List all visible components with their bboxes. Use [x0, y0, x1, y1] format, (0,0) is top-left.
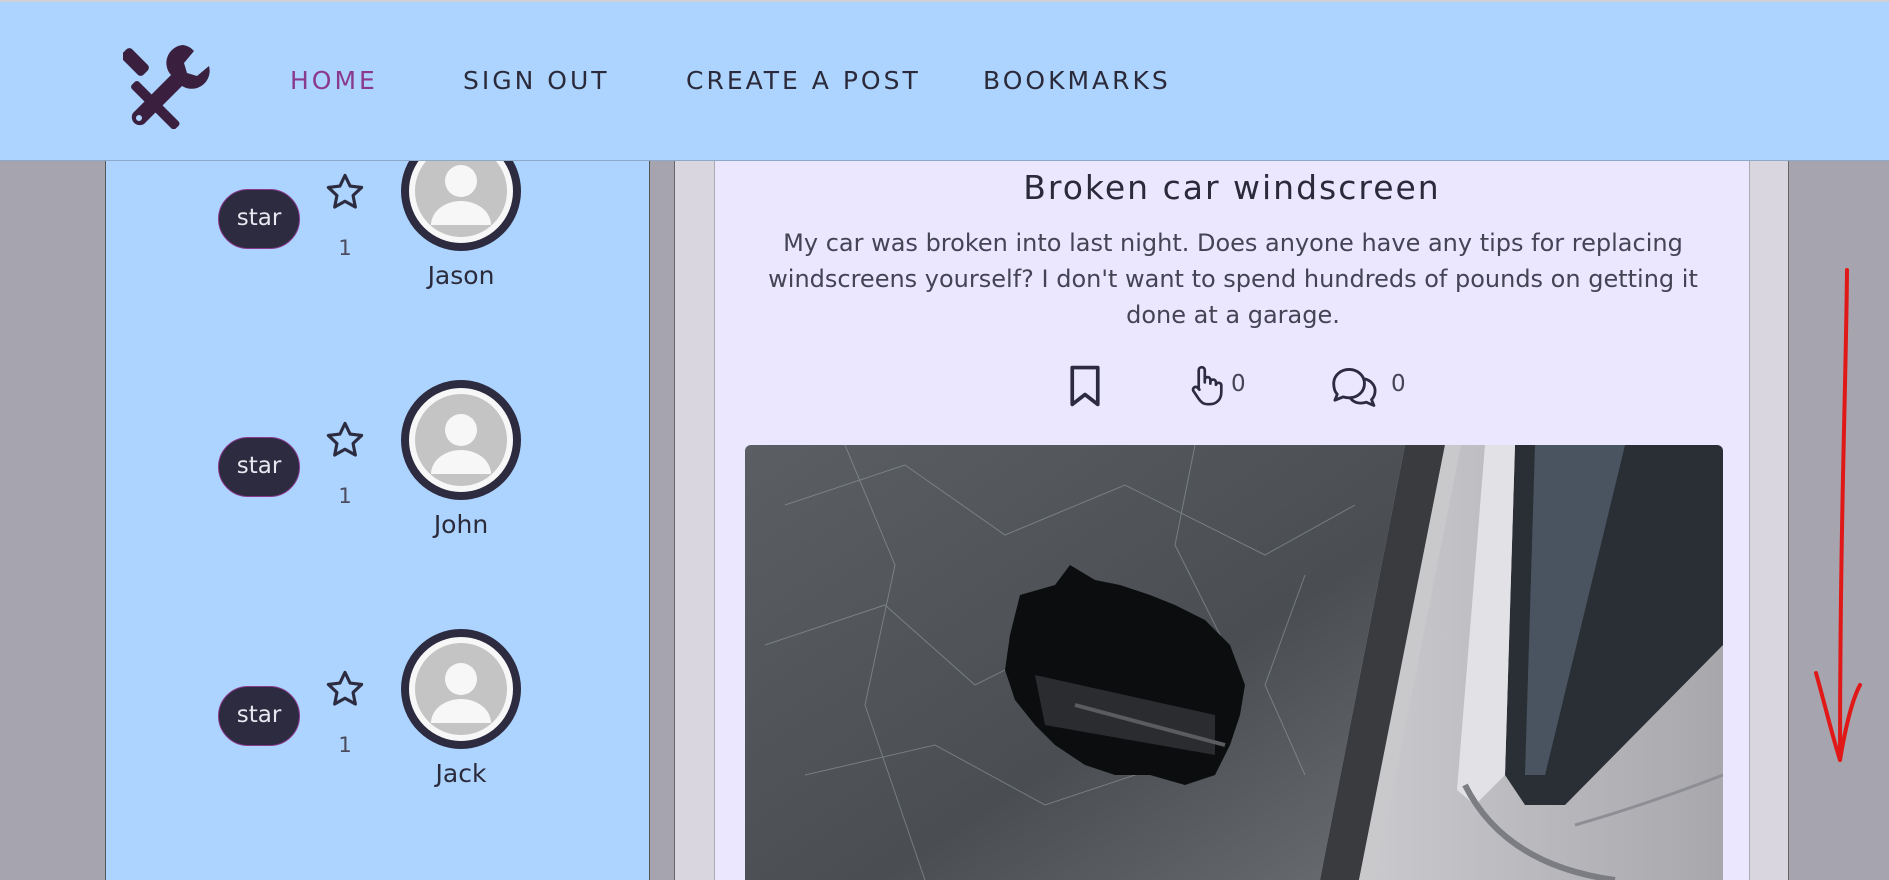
top-navbar: HOME SIGN OUT CREATE A POST BOOKMARKS: [0, 0, 1889, 161]
comments-icon[interactable]: [1329, 363, 1381, 409]
wrench-screwdriver-icon[interactable]: [123, 39, 213, 129]
post-card: Broken car windscreen My car was broken …: [714, 161, 1750, 880]
like-count: 0: [1231, 371, 1246, 397]
default-user-icon: [415, 643, 507, 735]
star-icon[interactable]: [324, 419, 366, 461]
gutter: [650, 161, 674, 880]
user-name[interactable]: Jason: [381, 261, 541, 290]
nav-bookmarks-link[interactable]: BOOKMARKS: [983, 66, 1171, 95]
star-count: 1: [338, 236, 352, 260]
user-sidebar: star 1 Jason star 1 John star 1 Jack: [105, 131, 651, 880]
user-list-item: star 1 Jack: [106, 629, 651, 829]
star-icon[interactable]: [324, 668, 366, 710]
star-count: 1: [338, 484, 352, 508]
star-button[interactable]: star: [218, 437, 300, 497]
avatar[interactable]: [401, 380, 521, 500]
pointing-hand-icon[interactable]: [1189, 363, 1223, 409]
comment-count: 0: [1391, 371, 1406, 397]
default-user-icon: [415, 394, 507, 486]
user-name[interactable]: Jack: [381, 759, 541, 788]
post-image[interactable]: [745, 445, 1723, 880]
star-count: 1: [338, 733, 352, 757]
star-icon[interactable]: [324, 171, 366, 213]
scroll-down-arrow-icon: [1814, 268, 1862, 762]
avatar[interactable]: [401, 629, 521, 749]
user-list-item: star 1 John: [106, 380, 651, 580]
nav-home-link[interactable]: HOME: [290, 66, 378, 95]
bookmark-icon[interactable]: [1068, 363, 1102, 409]
nav-sign-out-link[interactable]: SIGN OUT: [463, 66, 610, 95]
broken-car-window-photo: [745, 445, 1723, 880]
post-title[interactable]: Broken car windscreen: [715, 168, 1749, 207]
post-body: My car was broken into last night. Does …: [768, 229, 1698, 329]
user-name[interactable]: John: [381, 510, 541, 539]
post-actions: 0 0: [715, 363, 1749, 413]
star-button[interactable]: star: [218, 189, 300, 249]
nav-create-post-link[interactable]: CREATE A POST: [686, 66, 921, 95]
star-button[interactable]: star: [218, 686, 300, 746]
user-list-item: star 1 Jason: [106, 131, 651, 331]
